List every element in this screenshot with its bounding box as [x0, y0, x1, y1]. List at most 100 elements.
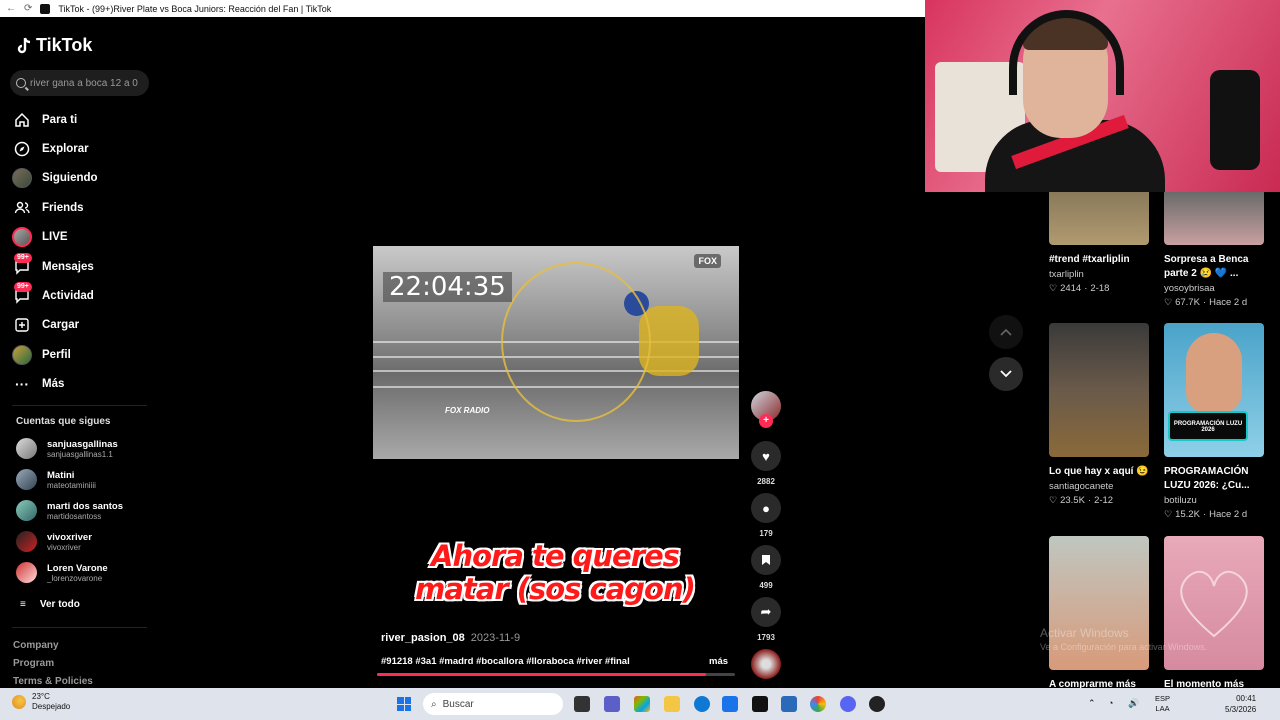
copilot-icon[interactable]: [634, 696, 650, 712]
account-item[interactable]: vivoxriver vivoxriver: [16, 531, 92, 552]
discord-icon[interactable]: [840, 696, 856, 712]
save-action[interactable]: 499: [751, 545, 781, 590]
video-date: 2023-11-9: [470, 632, 521, 644]
store-icon[interactable]: [722, 696, 738, 712]
search-icon: [16, 78, 26, 88]
edge-icon[interactable]: [694, 696, 710, 712]
nav-item-cargar[interactable]: Cargar: [12, 311, 98, 340]
heart-icon[interactable]: ♥: [751, 441, 781, 471]
video-thumbnail[interactable]: [1049, 192, 1149, 245]
tray-chevron-up-icon[interactable]: ⌃: [1088, 698, 1096, 709]
more-icon: ···: [15, 376, 29, 393]
bookmark-icon[interactable]: [751, 545, 781, 575]
share-count: 1793: [757, 633, 775, 642]
message-icon: 99+: [12, 252, 32, 277]
task-view-icon[interactable]: [574, 696, 590, 712]
previous-video-button[interactable]: [989, 315, 1023, 349]
luzu-banner: PROGRAMACIÓN LUZU 2026: [1168, 411, 1248, 441]
tiktok-logo[interactable]: TikTok: [16, 35, 92, 56]
like-count: 2882: [757, 477, 775, 486]
more-button[interactable]: más: [709, 656, 728, 667]
account-item[interactable]: marti dos santos martidosantoss: [16, 500, 123, 521]
volume-icon[interactable]: 🔊: [1128, 698, 1139, 709]
video-player[interactable]: 22:04:35 FOX FOX RADIO: [373, 246, 739, 459]
following-title: Cuentas que sigues: [16, 416, 111, 427]
app-icon[interactable]: [781, 696, 797, 712]
share-action[interactable]: ➦ 1793: [751, 597, 781, 642]
avatar: [16, 438, 37, 459]
refresh-icon[interactable]: ⟳: [24, 3, 32, 14]
suggested-video-card[interactable]: Lo que hay x aquí 😉 santiagocanete ♡ 23.5…: [1049, 323, 1149, 506]
following-avatar: [12, 168, 32, 189]
weather-widget[interactable]: 23°C Despejado: [12, 692, 70, 712]
highlight-circle: [501, 262, 651, 422]
nav-item-mensajes[interactable]: 99+ Mensajes: [12, 252, 98, 281]
next-video-button[interactable]: [989, 357, 1023, 391]
tiktok-note-icon: [17, 37, 31, 53]
activity-icon: 99+: [12, 282, 32, 306]
obs-icon[interactable]: [869, 696, 885, 712]
see-all-link[interactable]: ≡ Ver todo: [20, 599, 80, 610]
music-disc-avatar[interactable]: [751, 649, 781, 679]
language-indicator[interactable]: ESP LAA: [1155, 694, 1170, 714]
start-button[interactable]: [397, 697, 411, 711]
footer-program-link[interactable]: Program: [13, 658, 54, 669]
file-explorer-icon[interactable]: [664, 696, 680, 712]
comment-action[interactable]: ● 179: [751, 493, 781, 538]
nav-item-actividad[interactable]: 99+ Actividad: [12, 281, 98, 310]
video-thumbnail[interactable]: PROGRAMACIÓN LUZU 2026: [1164, 323, 1264, 457]
video-thumbnail[interactable]: [1049, 323, 1149, 457]
nav-item-live[interactable]: LIVE: [12, 223, 98, 252]
taskbar-search[interactable]: ⌕ Buscar: [423, 693, 563, 715]
back-icon[interactable]: ←: [6, 3, 16, 14]
nav-item-explorar[interactable]: Explorar: [12, 134, 98, 163]
messages-badge: 99+: [14, 252, 32, 263]
heart-outline-icon: ♡: [1164, 297, 1173, 307]
follow-button[interactable]: +: [759, 414, 773, 428]
avatar: [16, 531, 37, 552]
suggested-video-card[interactable]: #trend #txarliplin txarliplin ♡ 2414 · 2-18: [1049, 192, 1149, 294]
account-item[interactable]: Loren Varone _lorenzovarone: [16, 562, 108, 583]
video-progress-bar[interactable]: [377, 673, 735, 676]
nav-item-perfil[interactable]: Perfil: [12, 340, 98, 369]
nav-item-mas[interactable]: ··· Más: [12, 370, 98, 399]
video-timestamp-overlay: 22:04:35: [383, 272, 512, 302]
account-item[interactable]: sanjuasgallinas sanjuasgallinas1.1: [16, 438, 118, 459]
windows-activation-watermark: Activar Windows Ve a Configuración para …: [1040, 626, 1208, 652]
search-input[interactable]: river gana a boca 12 a 0: [10, 70, 149, 96]
footer-terms-link[interactable]: Terms & Policies: [13, 676, 93, 687]
profile-avatar: [12, 344, 32, 365]
sidebar: TikTok river gana a boca 12 a 0 Para ti …: [0, 17, 160, 688]
nav-item-siguiendo[interactable]: Siguiendo: [12, 164, 98, 193]
compass-icon: [12, 139, 32, 159]
chevron-down-icon: [1000, 370, 1012, 378]
tiktok-app-icon[interactable]: [752, 696, 768, 712]
video-author[interactable]: river_pasion_08 2023-11-9: [381, 632, 520, 644]
chevron-up-icon: [1000, 328, 1012, 336]
nav-item-friends[interactable]: Friends: [12, 193, 98, 222]
weather-icon: [12, 695, 26, 709]
save-count: 499: [759, 581, 773, 590]
list-icon: ≡: [20, 599, 26, 610]
share-icon[interactable]: ➦: [751, 597, 781, 627]
browser-title-bar: ← ⟳ TikTok - (99+)River Plate vs Boca Ju…: [0, 0, 925, 17]
suggested-video-card[interactable]: Sorpresa a Benca parte 2 😢 💙 ... yosoybr…: [1164, 192, 1264, 308]
suggested-video-card[interactable]: A comprarme más: [1049, 536, 1149, 692]
like-action[interactable]: ♥ 2882: [751, 441, 781, 486]
video-hashtags[interactable]: #91218 #3a1 #madrd #bocallora #lloraboca…: [381, 656, 630, 667]
suggested-video-card[interactable]: PROGRAMACIÓN LUZU 2026 PROGRAMACIÓN LUZU…: [1164, 323, 1264, 520]
account-item[interactable]: Matini mateotaminiiii: [16, 469, 96, 490]
suggested-video-card[interactable]: El momento más: [1164, 536, 1264, 692]
video-thumbnail[interactable]: [1164, 192, 1264, 245]
avatar: [16, 562, 37, 583]
webcam-overlay: [925, 0, 1280, 192]
nav-item-para-ti[interactable]: Para ti: [12, 105, 98, 134]
clock[interactable]: 00:41 5/3/2026: [1225, 693, 1256, 715]
comment-icon[interactable]: ●: [751, 493, 781, 523]
fox-radio-logo: FOX RADIO: [445, 406, 490, 415]
network-icon[interactable]: ◔: [1108, 698, 1113, 708]
chrome-icon[interactable]: [810, 696, 826, 712]
live-avatar: [12, 227, 32, 248]
footer-company-link[interactable]: Company: [13, 640, 59, 651]
teams-icon[interactable]: [604, 696, 620, 712]
